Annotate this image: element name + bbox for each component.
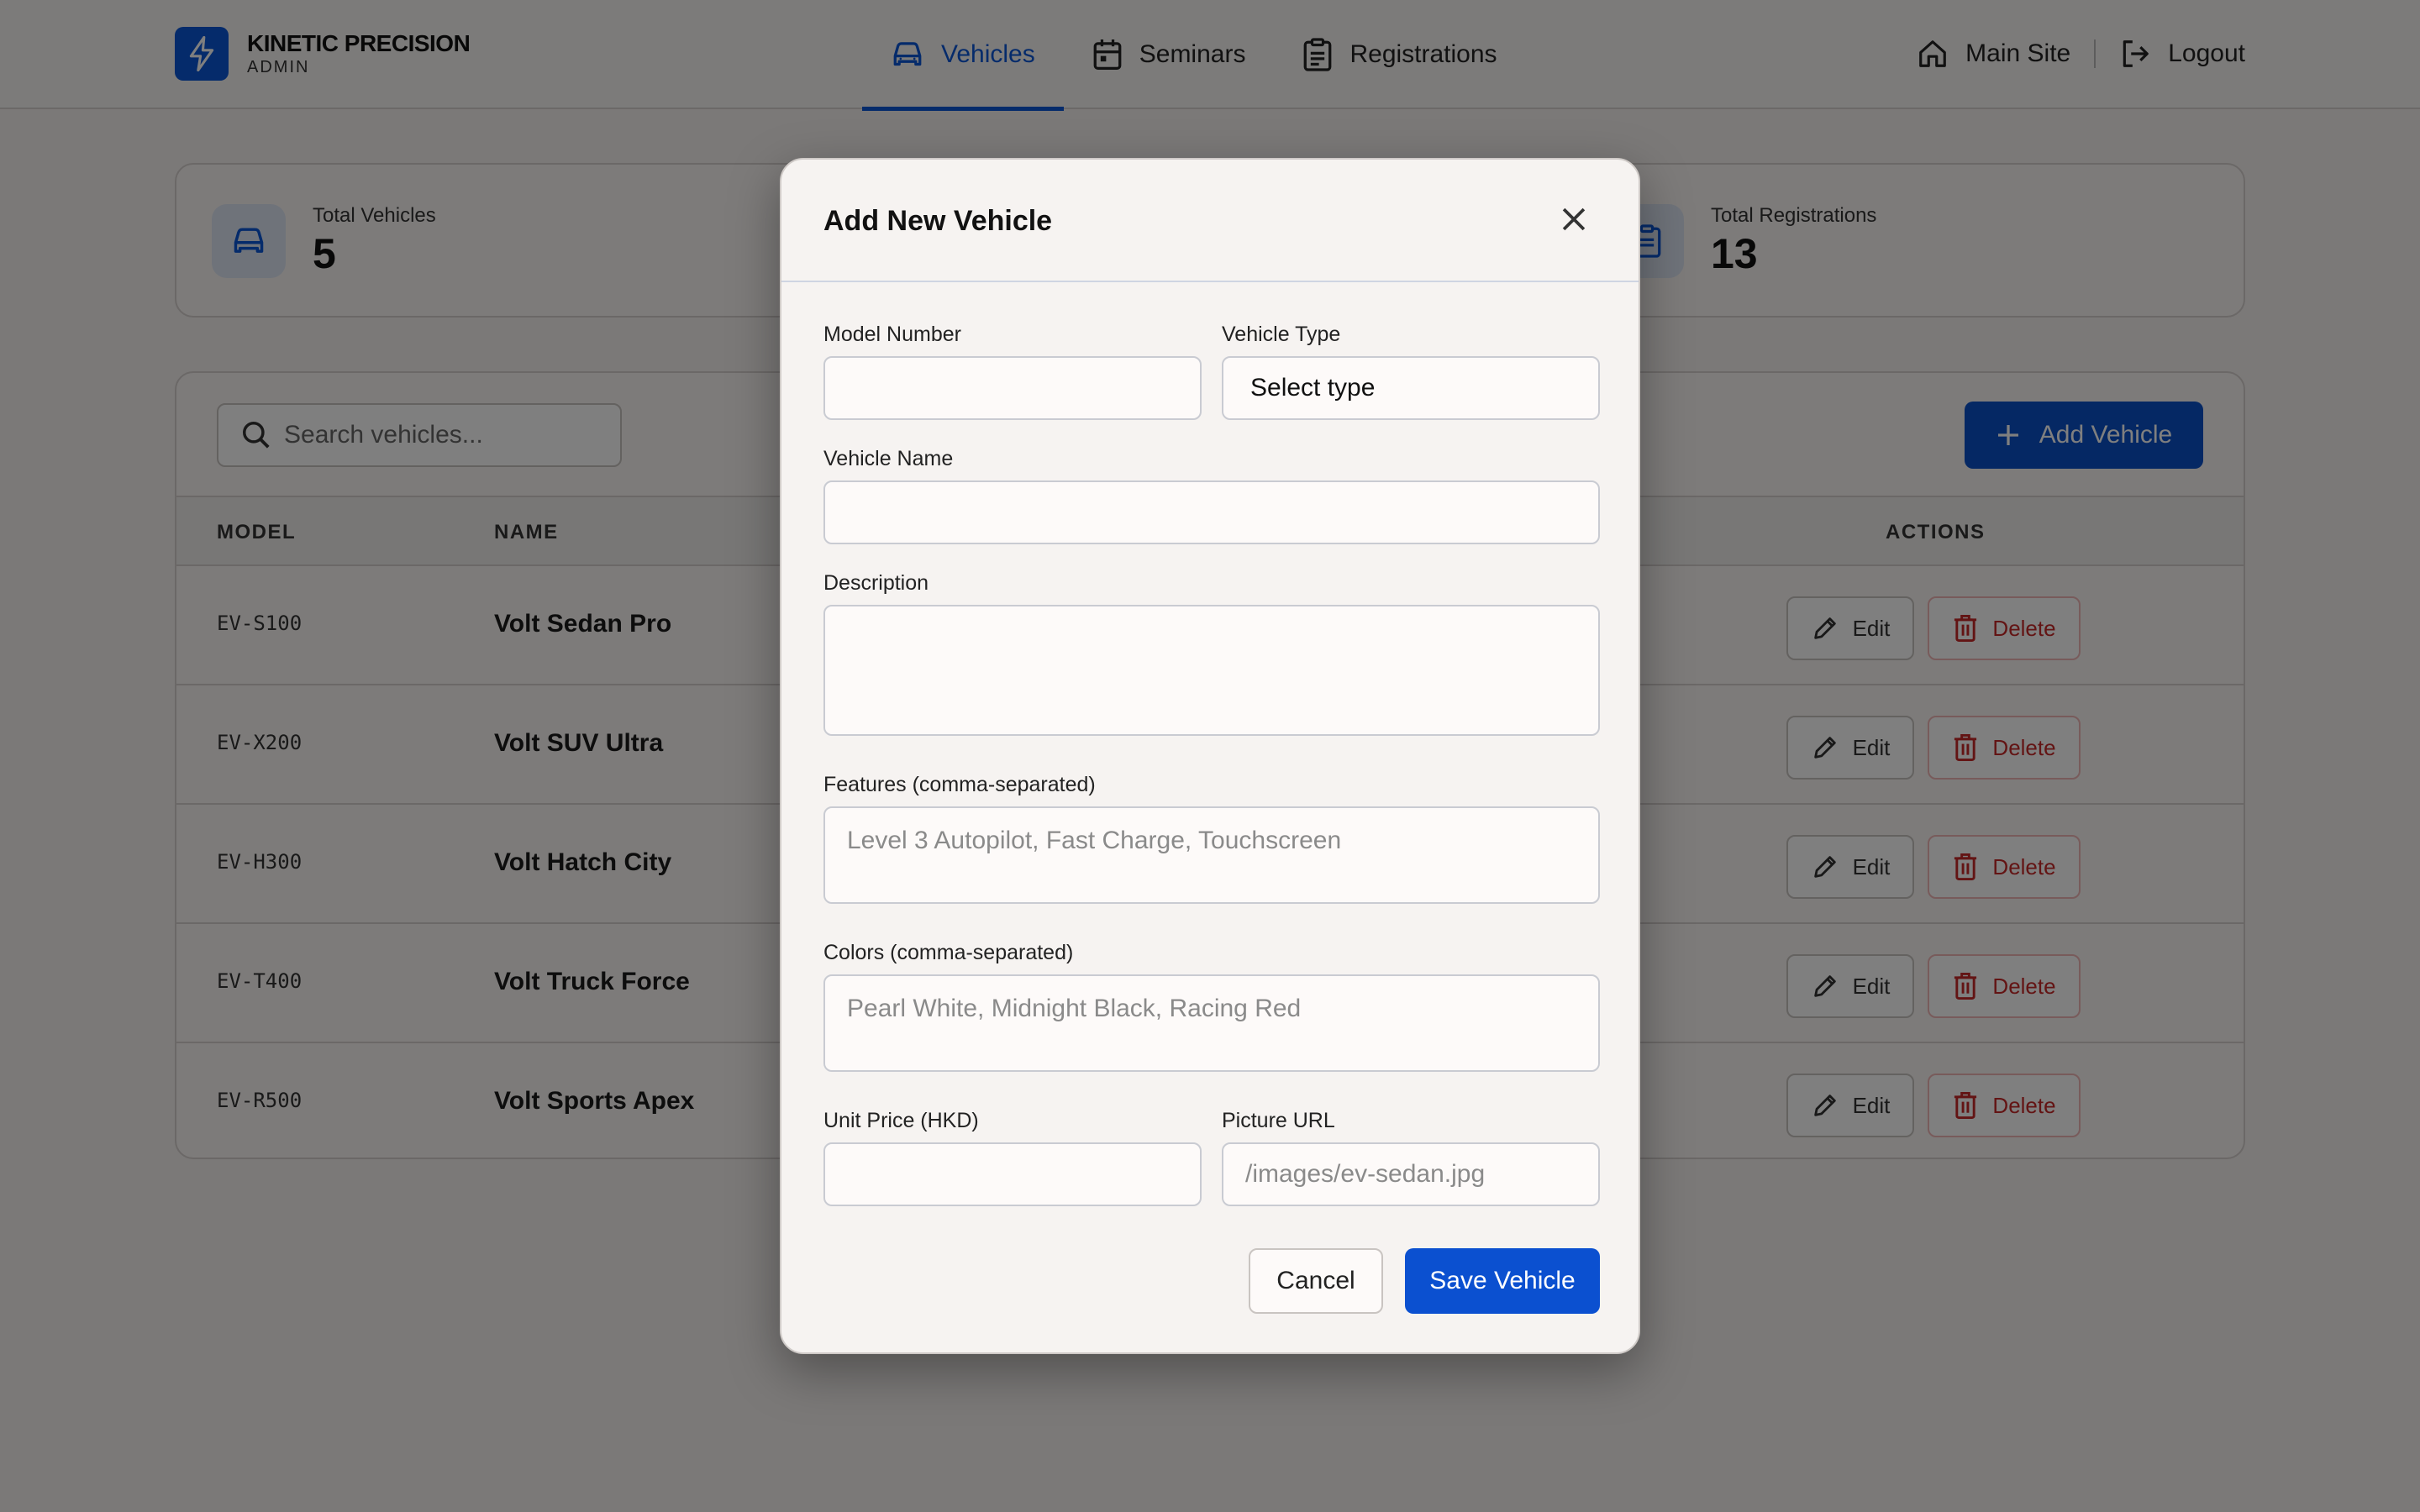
save-vehicle-button[interactable]: Save Vehicle <box>1405 1248 1600 1314</box>
vehicle-name-label: Vehicle Name <box>823 447 954 470</box>
features-textarea[interactable]: Level 3 Autopilot, Fast Charge, Touchscr… <box>823 806 1600 904</box>
picture-url-input[interactable]: /images/ev-sedan.jpg <box>1222 1142 1600 1206</box>
model-number-input[interactable] <box>823 356 1202 420</box>
modal-title: Add New Vehicle <box>823 205 1053 237</box>
vehicle-type-select[interactable]: Select type <box>1222 356 1600 420</box>
colors-textarea[interactable]: Pearl White, Midnight Black, Racing Red <box>823 974 1600 1072</box>
add-vehicle-modal: Add New Vehicle Model Number Vehicle Typ… <box>780 158 1640 1354</box>
unit-price-input[interactable] <box>823 1142 1202 1206</box>
description-textarea[interactable] <box>823 605 1600 736</box>
model-number-label: Model Number <box>823 323 961 346</box>
unit-price-label: Unit Price (HKD) <box>823 1109 979 1132</box>
vehicle-name-input[interactable] <box>823 480 1600 544</box>
picture-url-label: Picture URL <box>1222 1109 1335 1132</box>
close-icon <box>1562 207 1586 231</box>
modal-header: Add New Vehicle <box>781 160 1639 282</box>
description-label: Description <box>823 571 929 595</box>
cancel-button[interactable]: Cancel <box>1249 1248 1383 1314</box>
features-label: Features (comma-separated) <box>823 773 1096 796</box>
vehicle-type-label: Vehicle Type <box>1222 323 1341 346</box>
close-button[interactable] <box>1553 198 1595 240</box>
colors-label: Colors (comma-separated) <box>823 941 1074 964</box>
